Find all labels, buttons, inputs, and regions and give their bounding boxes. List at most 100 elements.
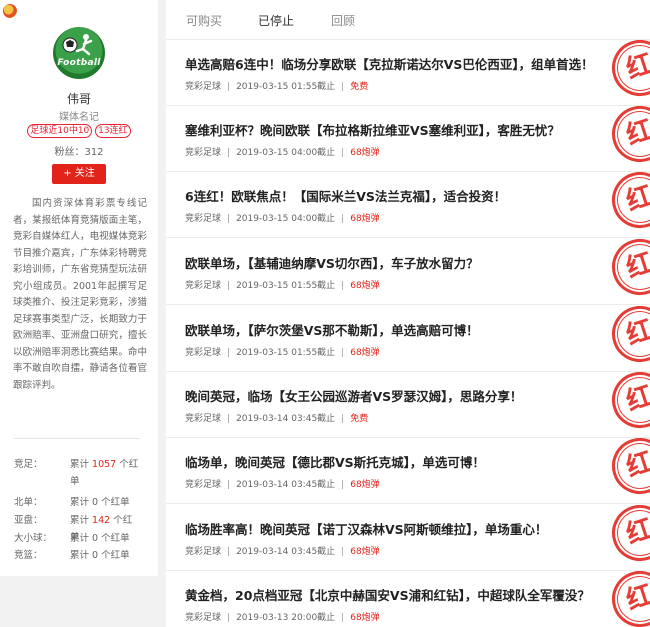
stat-value: 累计 1057 个红单 [70, 459, 139, 487]
tab-stopped[interactable]: 已停止 [258, 12, 294, 29]
plan-deadline: 2019-03-14 03:45截止 [236, 414, 336, 424]
plan-deadline: 2019-03-15 04:00截止 [236, 148, 336, 158]
plan-price: 免费 [350, 414, 369, 424]
plan-deadline: 2019-03-15 04:00截止 [236, 214, 336, 224]
fans-label: 粉丝： [54, 147, 85, 158]
site-logo-icon[interactable] [3, 4, 17, 18]
stat-label: 北单： [14, 497, 43, 508]
plan-price: 68炮弹 [350, 214, 380, 224]
plan-category: 竞彩足球 [185, 348, 222, 358]
plan-title[interactable]: 6连红！欧联焦点！【国际米兰VS法兰克福】，适合投资！ [185, 186, 506, 205]
fans-count: 粉丝：312 [0, 143, 158, 158]
red-stamp-icon: 红 [604, 438, 650, 502]
meta-separator: | [341, 480, 345, 490]
meta-separator: | [341, 613, 345, 623]
red-stamp-icon: 红 [604, 372, 650, 436]
plan-meta: 竞彩足球 | 2019-03-15 01:55截止 | 68炮弹 [185, 345, 380, 358]
meta-separator: | [341, 547, 345, 557]
stat-label: 大小球： [14, 533, 53, 544]
red-stamp-icon: 红 [604, 172, 650, 236]
avatar[interactable]: Football [53, 27, 105, 79]
meta-separator: | [341, 414, 345, 424]
list-item[interactable]: 黄金档，20点档亚冠【北京中赫国安VS浦和红钻】，中超球队全军覆没？ 竞彩足球 | 2… [166, 571, 650, 627]
list-item[interactable]: 欧联单场，【萨尔茨堡VS那不勒斯】，单选高赔可博！ 竞彩足球 | 2019-03-15… [166, 306, 650, 372]
badge-group: 足球近10中10 13连红 [0, 124, 158, 138]
plan-list-panel: 可购买 已停止 回顾 单选高赔6连中！临场分享欧联【克拉斯诺达尔VS巴伦西亚】，… [166, 0, 650, 627]
profile-bio: 国内资深体育彩票专线记者，某报纸体育竞猜版面主笔，竞彩自媒体红人，电视媒体竞彩节… [13, 198, 147, 391]
stat-label: 亚盘： [14, 515, 43, 526]
plan-title[interactable]: 晚间英冠，临场【女王公园巡游者VS罗瑟汉姆】，思路分享！ [185, 386, 522, 405]
plan-meta: 竞彩足球 | 2019-03-14 03:45截止 | 免费 [185, 411, 368, 424]
football-player-icon [62, 34, 93, 56]
plan-price: 68炮弹 [350, 348, 380, 358]
meta-separator: | [227, 148, 231, 158]
plan-price: 68炮弹 [350, 613, 380, 623]
plan-meta: 竞彩足球 | 2019-03-14 03:45截止 | 68炮弹 [185, 544, 380, 557]
profile-name[interactable]: 伟哥 [0, 90, 158, 107]
list-item[interactable]: 6连红！欧联焦点！【国际米兰VS法兰克福】，适合投资！ 竞彩足球 | 2019-03-… [166, 172, 650, 238]
list-item[interactable]: 单选高赔6连中！临场分享欧联【克拉斯诺达尔VS巴伦西亚】，组单首选！ 竞彩足球 | 2… [166, 40, 650, 106]
plan-meta: 竞彩足球 | 2019-03-15 01:55截止 | 免费 [185, 79, 368, 92]
plan-category: 竞彩足球 [185, 480, 222, 490]
plan-price: 68炮弹 [350, 281, 380, 291]
red-stamp-icon: 红 [604, 106, 650, 170]
plan-title[interactable]: 塞维利亚杯？晚间欧联【布拉格斯拉维亚VS塞维利亚】，客胜无忧？ [185, 120, 560, 139]
plan-meta: 竞彩足球 | 2019-03-15 01:55截止 | 68炮弹 [185, 278, 380, 291]
plan-category: 竞彩足球 [185, 148, 222, 158]
plan-title[interactable]: 临场胜率高！晚间英冠【诺丁汉森林VS阿斯顿维拉】，单场重心！ [185, 519, 547, 538]
profile-role: 媒体名记 [59, 112, 99, 123]
meta-separator: | [227, 414, 231, 424]
list-item[interactable]: 塞维利亚杯？晚间欧联【布拉格斯拉维亚VS塞维利亚】，客胜无忧？ 竞彩足球 | 2019… [166, 106, 650, 172]
meta-separator: | [341, 281, 345, 291]
plan-category: 竞彩足球 [185, 214, 222, 224]
tab-review[interactable]: 回顾 [331, 12, 355, 29]
meta-separator: | [227, 82, 231, 92]
list-item[interactable]: 欧联单场，【基辅迪纳摩VS切尔西】，车子放水留力？ 竞彩足球 | 2019-03-15… [166, 239, 650, 305]
plan-price: 68炮弹 [350, 148, 380, 158]
plan-title[interactable]: 欧联单场，【基辅迪纳摩VS切尔西】，车子放水留力？ [185, 253, 479, 272]
red-stamp-icon: 红 [604, 306, 650, 370]
red-stamp-icon: 红 [604, 571, 650, 627]
plan-title[interactable]: 黄金档，20点档亚冠【北京中赫国安VS浦和红钻】，中超球队全军覆没？ [185, 585, 590, 604]
meta-separator: | [227, 348, 231, 358]
plan-title[interactable]: 临场单，晚间英冠【德比郡VS斯托克城】，单选可博！ [185, 452, 485, 471]
tab-available[interactable]: 可购买 [186, 12, 222, 29]
list-item[interactable]: 晚间英冠，临场【女王公园巡游者VS罗瑟汉姆】，思路分享！ 竞彩足球 | 2019-03… [166, 372, 650, 438]
meta-separator: | [341, 148, 345, 158]
meta-separator: | [227, 613, 231, 623]
plan-price: 免费 [350, 82, 369, 92]
meta-separator: | [227, 547, 231, 557]
stat-value: 累计 0 个红单 [70, 533, 130, 544]
plan-deadline: 2019-03-15 01:55截止 [236, 82, 336, 92]
plan-category: 竞彩足球 [185, 82, 222, 92]
plan-meta: 竞彩足球 | 2019-03-15 04:00截止 | 68炮弹 [185, 211, 380, 224]
stat-label: 竞篮： [14, 550, 43, 561]
meta-separator: | [227, 281, 231, 291]
stat-value: 累计 0 个红单 [70, 550, 130, 561]
plan-price: 68炮弹 [350, 547, 380, 557]
fans-value: 312 [84, 147, 104, 158]
red-stamp-icon: 红 [604, 40, 650, 104]
red-stamp-icon: 红 [604, 505, 650, 569]
plan-deadline: 2019-03-15 01:55截止 [236, 281, 336, 291]
meta-separator: | [341, 214, 345, 224]
meta-separator: | [227, 214, 231, 224]
meta-separator: | [341, 348, 345, 358]
profile-card: Football 伟哥 媒体名记 足球近10中10 13连红 粉丝：312 + … [0, 0, 158, 576]
plan-category: 竞彩足球 [185, 281, 222, 291]
meta-separator: | [341, 82, 345, 92]
plan-category: 竞彩足球 [185, 414, 222, 424]
list-item[interactable]: 临场胜率高！晚间英冠【诺丁汉森林VS阿斯顿维拉】，单场重心！ 竞彩足球 | 2019-… [166, 505, 650, 571]
plan-title[interactable]: 欧联单场，【萨尔茨堡VS那不勒斯】，单选高赔可博！ [185, 320, 479, 339]
plan-deadline: 2019-03-13 20:00截止 [236, 613, 336, 623]
plan-meta: 竞彩足球 | 2019-03-14 03:45截止 | 68炮弹 [185, 477, 380, 490]
plan-deadline: 2019-03-14 03:45截止 [236, 480, 336, 490]
follow-button[interactable]: + 关注 [52, 164, 106, 184]
meta-separator: | [227, 480, 231, 490]
streak-badge: 足球近10中10 [27, 124, 93, 138]
plan-category: 竞彩足球 [185, 547, 222, 557]
divider [14, 438, 140, 439]
plan-title[interactable]: 单选高赔6连中！临场分享欧联【克拉斯诺达尔VS巴伦西亚】，组单首选！ [185, 54, 594, 73]
plan-deadline: 2019-03-14 03:45截止 [236, 547, 336, 557]
list-item[interactable]: 临场单，晚间英冠【德比郡VS斯托克城】，单选可博！ 竞彩足球 | 2019-03-14… [166, 438, 650, 504]
